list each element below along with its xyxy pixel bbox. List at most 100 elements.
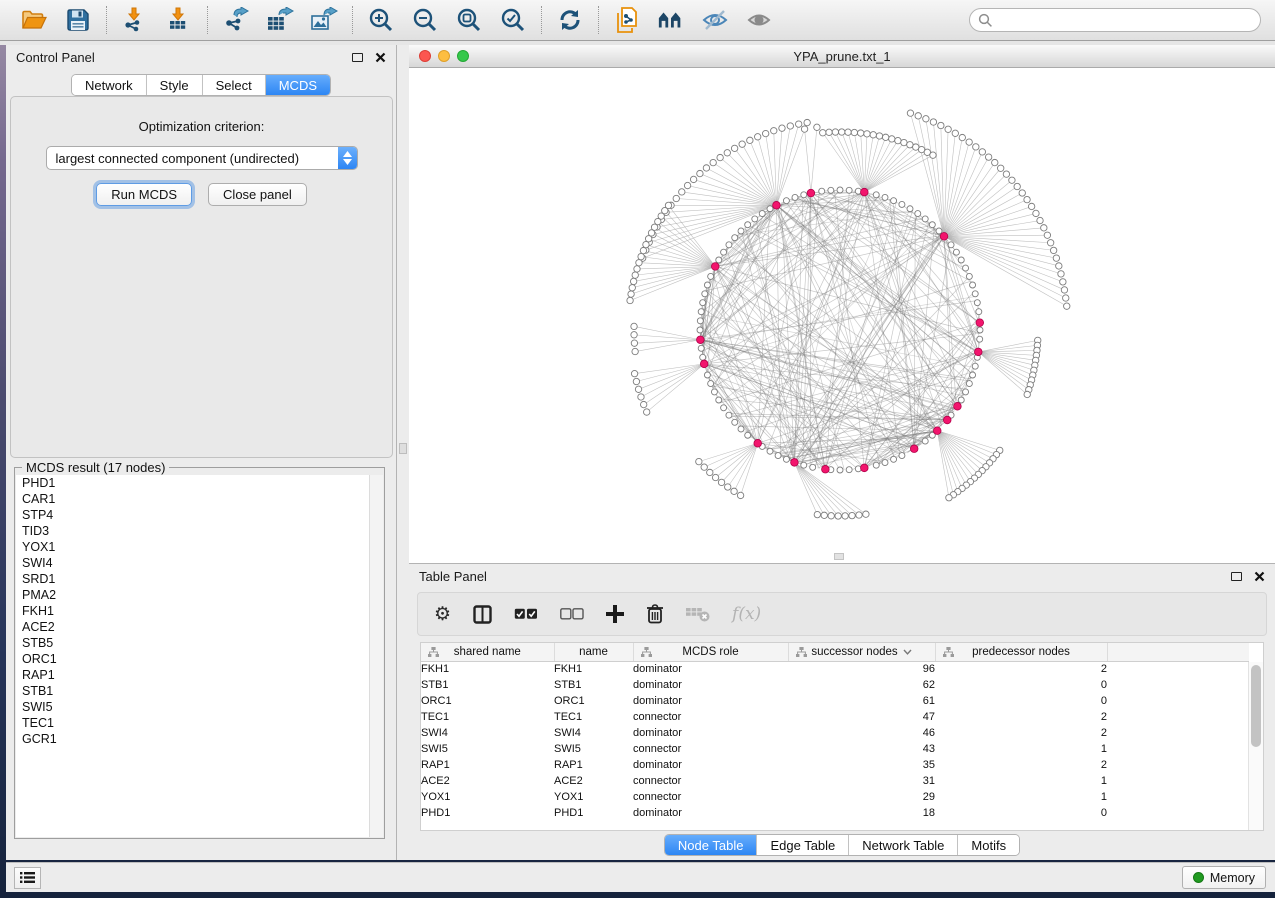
cell-predecessor-nodes[interactable]: 2: [935, 757, 1107, 773]
mcds-result-item[interactable]: PMA2: [16, 587, 383, 603]
cell-name[interactable]: STB1: [554, 677, 633, 693]
cell-successor-nodes[interactable]: 35: [788, 757, 935, 773]
table-scrollbar[interactable]: [1248, 662, 1263, 830]
mcds-result-item[interactable]: TEC1: [16, 715, 383, 731]
table-row[interactable]: RAP1RAP1dominator352: [421, 757, 1249, 773]
export-table-icon[interactable]: [266, 6, 294, 34]
mcds-result-list[interactable]: PHD1CAR1STP4TID3YOX1SWI4SRD1PMA2FKH1ACE2…: [16, 475, 383, 837]
cell-predecessor-nodes[interactable]: 2: [935, 709, 1107, 725]
mcds-result-item[interactable]: SRD1: [16, 571, 383, 587]
select-all-rows-icon[interactable]: [514, 608, 538, 620]
import-table-icon[interactable]: [165, 6, 193, 34]
mcds-list-scrollbar[interactable]: [369, 475, 383, 837]
cell-successor-nodes[interactable]: 61: [788, 693, 935, 709]
table-options-gear-icon[interactable]: ⚙: [434, 605, 451, 624]
cell-shared-name[interactable]: RAP1: [421, 757, 554, 773]
mcds-result-item[interactable]: TID3: [16, 523, 383, 539]
close-panel-icon[interactable]: [375, 52, 386, 63]
network-graph[interactable]: [409, 68, 1275, 562]
add-column-icon[interactable]: [606, 605, 624, 623]
column-header-name[interactable]: name: [554, 643, 633, 661]
mcds-result-item[interactable]: ACE2: [16, 619, 383, 635]
cell-name[interactable]: YOX1: [554, 789, 633, 805]
export-network-icon[interactable]: [222, 6, 250, 34]
cell-successor-nodes[interactable]: 47: [788, 709, 935, 725]
tab-style[interactable]: Style: [147, 75, 203, 95]
column-header-successor-nodes[interactable]: successor nodes: [788, 643, 935, 661]
zoom-fit-icon[interactable]: [455, 6, 483, 34]
cell-successor-nodes[interactable]: 62: [788, 677, 935, 693]
cell-successor-nodes[interactable]: 29: [788, 789, 935, 805]
search-input[interactable]: [993, 13, 1252, 27]
network-window-titlebar[interactable]: YPA_prune.txt_1: [409, 45, 1275, 68]
tab-network-table[interactable]: Network Table: [849, 835, 958, 855]
cell-shared-name[interactable]: TEC1: [421, 709, 554, 725]
cell-name[interactable]: FKH1: [554, 661, 633, 677]
cell-shared-name[interactable]: ORC1: [421, 693, 554, 709]
cell-predecessor-nodes[interactable]: 2: [935, 725, 1107, 741]
node-table[interactable]: shared namenameMCDS rolesuccessor nodesp…: [420, 642, 1264, 831]
cell-shared-name[interactable]: STB1: [421, 677, 554, 693]
show-panels-list-button[interactable]: [14, 867, 41, 889]
table-scrollbar-thumb[interactable]: [1251, 665, 1261, 747]
cell-name[interactable]: ORC1: [554, 693, 633, 709]
table-row[interactable]: SWI5SWI5connector431: [421, 741, 1249, 757]
copy-network-icon[interactable]: [613, 6, 641, 34]
mcds-result-item[interactable]: STB1: [16, 683, 383, 699]
hide-selected-eye-icon[interactable]: [701, 6, 729, 34]
cell-predecessor-nodes[interactable]: 2: [935, 661, 1107, 677]
delete-column-trash-icon[interactable]: [646, 604, 664, 624]
table-row[interactable]: FKH1FKH1dominator962: [421, 661, 1249, 677]
cell-name[interactable]: ACE2: [554, 773, 633, 789]
cell-predecessor-nodes[interactable]: 0: [935, 677, 1107, 693]
search-neighbours-icon[interactable]: [657, 6, 685, 34]
splitter-handle[interactable]: [399, 443, 407, 454]
tab-motifs[interactable]: Motifs: [958, 835, 1019, 855]
show-all-eye-icon[interactable]: [745, 6, 773, 34]
close-panel-button[interactable]: Close panel: [208, 183, 307, 206]
table-row[interactable]: SWI4SWI4dominator462: [421, 725, 1249, 741]
network-canvas[interactable]: [409, 68, 1275, 562]
cell-successor-nodes[interactable]: 18: [788, 805, 935, 821]
mcds-result-item[interactable]: STB5: [16, 635, 383, 651]
mcds-result-item[interactable]: STP4: [16, 507, 383, 523]
vertical-splitter[interactable]: [397, 45, 409, 860]
zoom-in-icon[interactable]: [367, 6, 395, 34]
cell-successor-nodes[interactable]: 46: [788, 725, 935, 741]
cell-name[interactable]: PHD1: [554, 805, 633, 821]
cell-MCDS-role[interactable]: connector: [633, 741, 788, 757]
cell-MCDS-role[interactable]: connector: [633, 709, 788, 725]
tab-mcds[interactable]: MCDS: [266, 75, 330, 95]
tab-select[interactable]: Select: [203, 75, 266, 95]
cell-name[interactable]: RAP1: [554, 757, 633, 773]
cell-MCDS-role[interactable]: dominator: [633, 693, 788, 709]
cell-successor-nodes[interactable]: 96: [788, 661, 935, 677]
mcds-result-item[interactable]: CAR1: [16, 491, 383, 507]
table-row[interactable]: YOX1YOX1connector291: [421, 789, 1249, 805]
table-row[interactable]: ACE2ACE2connector311: [421, 773, 1249, 789]
tab-node-table[interactable]: Node Table: [665, 835, 758, 855]
cell-name[interactable]: TEC1: [554, 709, 633, 725]
cell-predecessor-nodes[interactable]: 0: [935, 805, 1107, 821]
cell-shared-name[interactable]: YOX1: [421, 789, 554, 805]
float-panel-icon[interactable]: [352, 53, 363, 62]
cell-predecessor-nodes[interactable]: 1: [935, 789, 1107, 805]
cell-MCDS-role[interactable]: dominator: [633, 677, 788, 693]
cell-shared-name[interactable]: FKH1: [421, 661, 554, 677]
mcds-result-item[interactable]: SWI4: [16, 555, 383, 571]
table-row[interactable]: PHD1PHD1dominator180: [421, 805, 1249, 821]
table-row[interactable]: ORC1ORC1dominator610: [421, 693, 1249, 709]
export-image-icon[interactable]: [310, 6, 338, 34]
open-file-icon[interactable]: [20, 6, 48, 34]
cell-MCDS-role[interactable]: connector: [633, 789, 788, 805]
cell-MCDS-role[interactable]: dominator: [633, 661, 788, 677]
memory-button[interactable]: Memory: [1182, 866, 1266, 889]
float-table-panel-icon[interactable]: [1231, 572, 1242, 581]
table-row[interactable]: TEC1TEC1connector472: [421, 709, 1249, 725]
cell-predecessor-nodes[interactable]: 1: [935, 741, 1107, 757]
mcds-result-item[interactable]: ORC1: [16, 651, 383, 667]
run-mcds-button[interactable]: Run MCDS: [96, 183, 192, 206]
cell-shared-name[interactable]: SWI5: [421, 741, 554, 757]
save-session-icon[interactable]: [64, 6, 92, 34]
column-header-shared-name[interactable]: shared name: [421, 643, 554, 661]
